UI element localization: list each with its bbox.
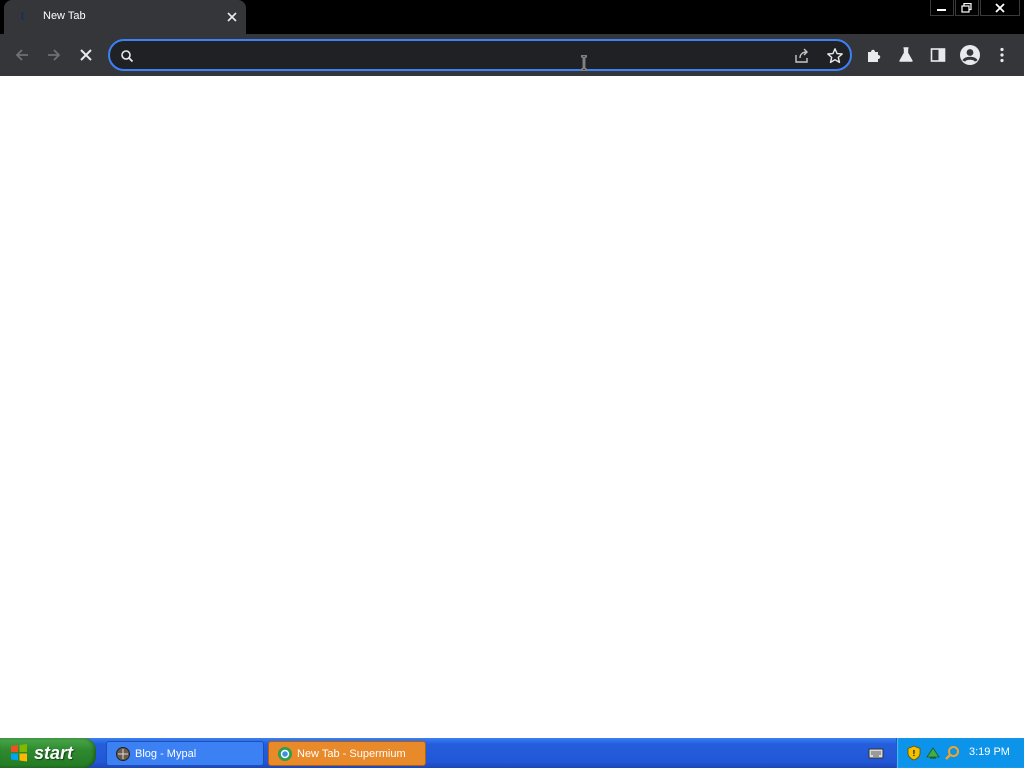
stop-icon: [80, 49, 92, 61]
forward-arrow-icon: [48, 49, 61, 61]
more-vert-icon: [1000, 47, 1004, 63]
search-icon: [121, 50, 134, 63]
address-input[interactable]: [142, 44, 786, 68]
clock: 3:19 PM: [969, 746, 1010, 758]
taskbar-item-label: Blog - Mypal: [135, 747, 197, 760]
security-shield-icon[interactable]: !: [906, 745, 922, 761]
taskbar-item-mypal[interactable]: Blog - Mypal: [106, 741, 264, 766]
star-icon[interactable]: [826, 47, 844, 65]
profile-icon: [960, 45, 980, 65]
minimize-icon: [937, 8, 946, 11]
svg-text:!: !: [913, 749, 916, 758]
labs-button[interactable]: [895, 44, 917, 66]
search-tray-icon[interactable]: [944, 745, 960, 761]
restore-icon: [961, 2, 972, 13]
windows-logo-icon: [11, 744, 27, 762]
start-label: start: [34, 742, 74, 763]
browser-title-bar: New Tab: [0, 0, 1024, 34]
loading-spinner-icon: [21, 10, 33, 22]
tab-new-tab[interactable]: New Tab: [4, 0, 246, 34]
mypal-icon: [116, 746, 130, 761]
side-panel-button[interactable]: [927, 44, 949, 66]
flask-icon: [899, 47, 913, 62]
back-arrow-icon: [15, 49, 28, 61]
keyboard-icon[interactable]: [868, 746, 884, 760]
close-window-button[interactable]: [980, 0, 1020, 16]
address-bar[interactable]: [108, 39, 852, 71]
taskbar-item-label: New Tab - Supermium: [297, 747, 406, 760]
network-icon[interactable]: [925, 745, 941, 761]
tab-title: New Tab: [43, 10, 86, 22]
back-button[interactable]: [12, 45, 32, 65]
stop-button[interactable]: [76, 45, 96, 65]
page-content[interactable]: [0, 76, 1024, 738]
start-button[interactable]: start: [0, 738, 96, 768]
taskbar-item-supermium[interactable]: New Tab - Supermium: [268, 741, 426, 766]
side-panel-icon: [930, 48, 946, 62]
window-controls: [930, 0, 1020, 16]
share-icon[interactable]: [794, 48, 810, 64]
close-icon: [995, 2, 1005, 13]
system-tray: ! 3:19 PM: [896, 738, 1024, 768]
text-cursor-icon: [581, 55, 587, 71]
browser-toolbar: [0, 34, 1024, 76]
taskbar: start Blog - Mypal New Tab - Supermium !…: [0, 738, 1024, 768]
supermium-icon: [278, 746, 292, 761]
menu-button[interactable]: [991, 44, 1013, 66]
minimize-button[interactable]: [930, 0, 954, 16]
close-icon[interactable]: [225, 10, 239, 24]
extensions-button[interactable]: [863, 44, 885, 66]
restore-button[interactable]: [955, 0, 979, 16]
profile-button[interactable]: [959, 44, 981, 66]
puzzle-icon: [868, 49, 881, 62]
forward-button[interactable]: [44, 45, 64, 65]
